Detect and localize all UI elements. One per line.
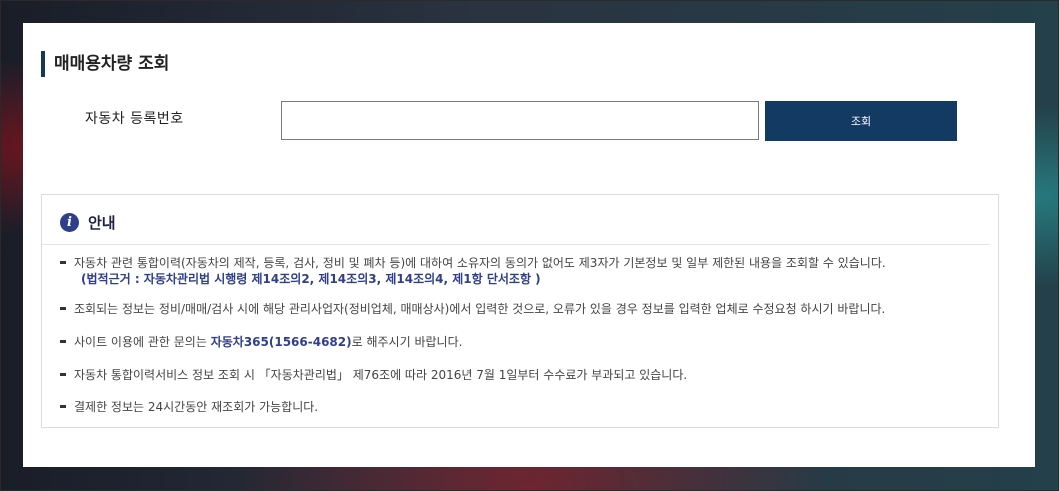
info-icon: i [60,212,79,232]
notice-text: 조회되는 정보는 정비/매매/검사 시에 해당 관리사업자(정비업체, 매매상사… [74,302,886,316]
bullet-icon [60,405,66,408]
notice-text-pre: 사이트 이용에 관한 문의는 [74,335,211,349]
notice-title: 안내 [88,213,116,232]
search-button[interactable]: 조회 [765,101,957,141]
divider [42,244,990,245]
legal-basis-text: (법적근거 : 자동차관리법 시행령 제14조의2, 제14조의3, 제14조의… [81,272,541,286]
registration-number-label: 자동차 등록번호 [85,111,184,127]
contact-number: 자동차365(1566-4682) [210,335,352,349]
notice-text: 결제한 정보는 24시간동안 재조회가 가능합니다. [74,400,319,414]
notice-text: 자동차 통합이력서비스 정보 조회 시 「자동차관리법」 제76조에 따라 20… [74,368,688,382]
bullet-icon [60,261,66,264]
notice-header: i 안내 [60,211,116,233]
bullet-icon [60,307,66,310]
main-panel: 매매용차량 조회 자동차 등록번호 조회 i 안내 자동차 관련 통합이력(자동… [23,23,1035,467]
notice-text-post: 로 해주시기 바랍니다. [351,335,463,349]
notice-item: 자동차 관련 통합이력(자동차의 제작, 등록, 검사, 정비 및 폐차 등)에… [60,255,886,287]
page-title: 매매용차량 조회 [41,51,169,77]
notice-box: i 안내 자동차 관련 통합이력(자동차의 제작, 등록, 검사, 정비 및 폐… [41,194,999,428]
notice-text: 자동차 관련 통합이력(자동차의 제작, 등록, 검사, 정비 및 폐차 등)에… [74,256,886,270]
bullet-icon [60,340,66,343]
registration-number-input[interactable] [281,101,759,140]
notice-item: 사이트 이용에 관한 문의는 자동차365(1566-4682)로 해주시기 바… [60,334,462,350]
notice-item: 자동차 통합이력서비스 정보 조회 시 「자동차관리법」 제76조에 따라 20… [60,367,687,383]
notice-item: 결제한 정보는 24시간동안 재조회가 가능합니다. [60,399,318,415]
notice-item: 조회되는 정보는 정비/매매/검사 시에 해당 관리사업자(정비업체, 매매상사… [60,301,885,317]
bullet-icon [60,373,66,376]
